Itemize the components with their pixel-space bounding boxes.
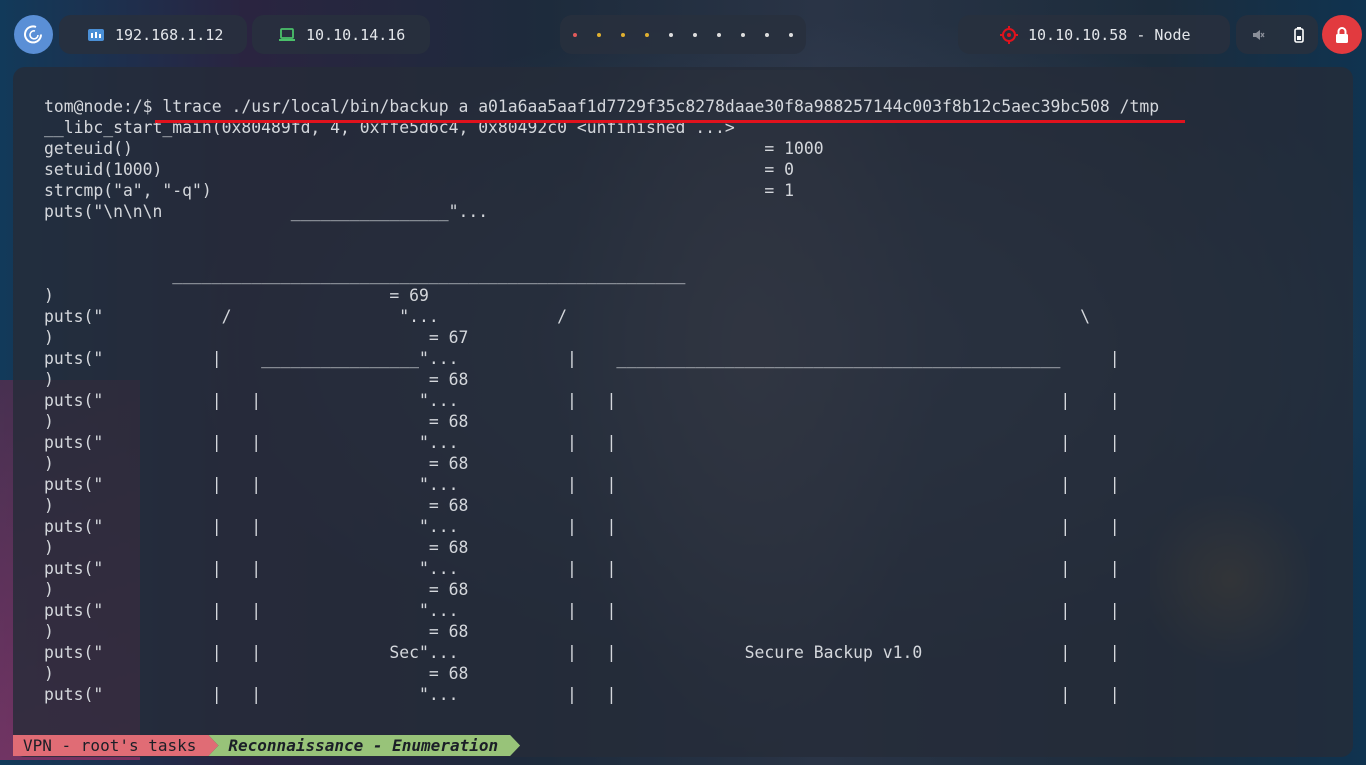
output-line: ) = 67 [44, 328, 469, 347]
output-line: puts(" | | "... | | | | [44, 475, 1120, 494]
top-bar: 192.168.1.12 10.10.14.16 10.10.10.58 - N… [0, 0, 1366, 68]
output-line: puts("\n\n\n ________________"... [44, 202, 489, 221]
workspace-dot-1[interactable] [573, 32, 577, 37]
lock-icon[interactable] [1322, 15, 1362, 54]
output-line: puts(" | | "... | | | | [44, 601, 1120, 620]
laptop-icon [279, 27, 295, 41]
window-name[interactable]: Reconnaissance - Enumeration [208, 735, 520, 756]
output-line: puts(" / "... / \ [44, 307, 1091, 326]
workspace-dot-4[interactable] [645, 32, 649, 37]
output-line: puts(" | | "... | | | | [44, 559, 1120, 578]
output-line: puts(" | | "... | | | | [44, 685, 1120, 704]
target-widget[interactable]: 10.10.10.58 - Node [958, 15, 1230, 54]
output-line: ) = 69 [44, 286, 429, 305]
battery-icon[interactable] [1293, 26, 1304, 43]
output-line: strcmp("a", "-q") = 1 [44, 181, 794, 200]
workspace-dot-6[interactable] [693, 32, 697, 37]
output-line: ) = 68 [44, 580, 469, 599]
output-line: ) = 68 [44, 538, 469, 557]
workspace-dot-2[interactable] [597, 32, 601, 37]
output-line: ) = 68 [44, 622, 469, 641]
workspace-dot-8[interactable] [741, 32, 745, 37]
output-line: ) = 68 [44, 412, 469, 431]
system-tray [1236, 15, 1318, 54]
tmux-status-bar: VPN - root's tasks Reconnaissance - Enum… [13, 735, 520, 756]
output-line: puts(" | | "... | | | | [44, 433, 1120, 452]
session-name[interactable]: VPN - root's tasks [13, 735, 218, 756]
workspace-dot-5[interactable] [669, 32, 673, 37]
mute-icon[interactable] [1251, 28, 1265, 42]
local-ip-text: 192.168.1.12 [115, 25, 224, 44]
workspace-dot-9[interactable] [765, 32, 769, 37]
output-line: ) = 68 [44, 496, 469, 515]
vpn-ip-widget[interactable]: 10.10.14.16 [252, 15, 430, 54]
command-underline-annotation [155, 120, 1185, 123]
output-line: puts(" | | Sec"... | | Secure Backup v1.… [44, 643, 1120, 662]
output-line: ) = 68 [44, 454, 469, 473]
network-icon [88, 28, 104, 41]
output-line: puts(" | ________________"... | ________… [44, 349, 1120, 368]
output-line: puts(" | | "... | | | | [44, 391, 1120, 410]
local-ip-widget[interactable]: 192.168.1.12 [59, 15, 247, 54]
output-line: geteuid() = 1000 [44, 139, 824, 158]
output-line: ________________________________________… [44, 265, 686, 284]
target-text: 10.10.10.58 - Node [1028, 25, 1191, 44]
workspace-dot-3[interactable] [621, 32, 625, 37]
workspace-switcher[interactable] [560, 15, 806, 54]
vpn-ip-text: 10.10.14.16 [306, 25, 406, 44]
target-icon [1000, 25, 1018, 44]
output-line: ) = 68 [44, 664, 469, 683]
workspace-dot-7[interactable] [717, 32, 721, 37]
terminal-window[interactable]: tom@node:/$ ltrace ./usr/local/bin/backu… [13, 67, 1353, 757]
workspace-dot-10[interactable] [789, 32, 793, 37]
command-line: tom@node:/$ ltrace ./usr/local/bin/backu… [44, 97, 1160, 116]
output-line: puts(" | | "... | | | | [44, 517, 1120, 536]
debian-logo-icon[interactable] [14, 15, 53, 54]
output-line: setuid(1000) = 0 [44, 160, 794, 179]
terminal-output: tom@node:/$ ltrace ./usr/local/bin/backu… [44, 96, 1344, 736]
output-line: ) = 68 [44, 370, 469, 389]
